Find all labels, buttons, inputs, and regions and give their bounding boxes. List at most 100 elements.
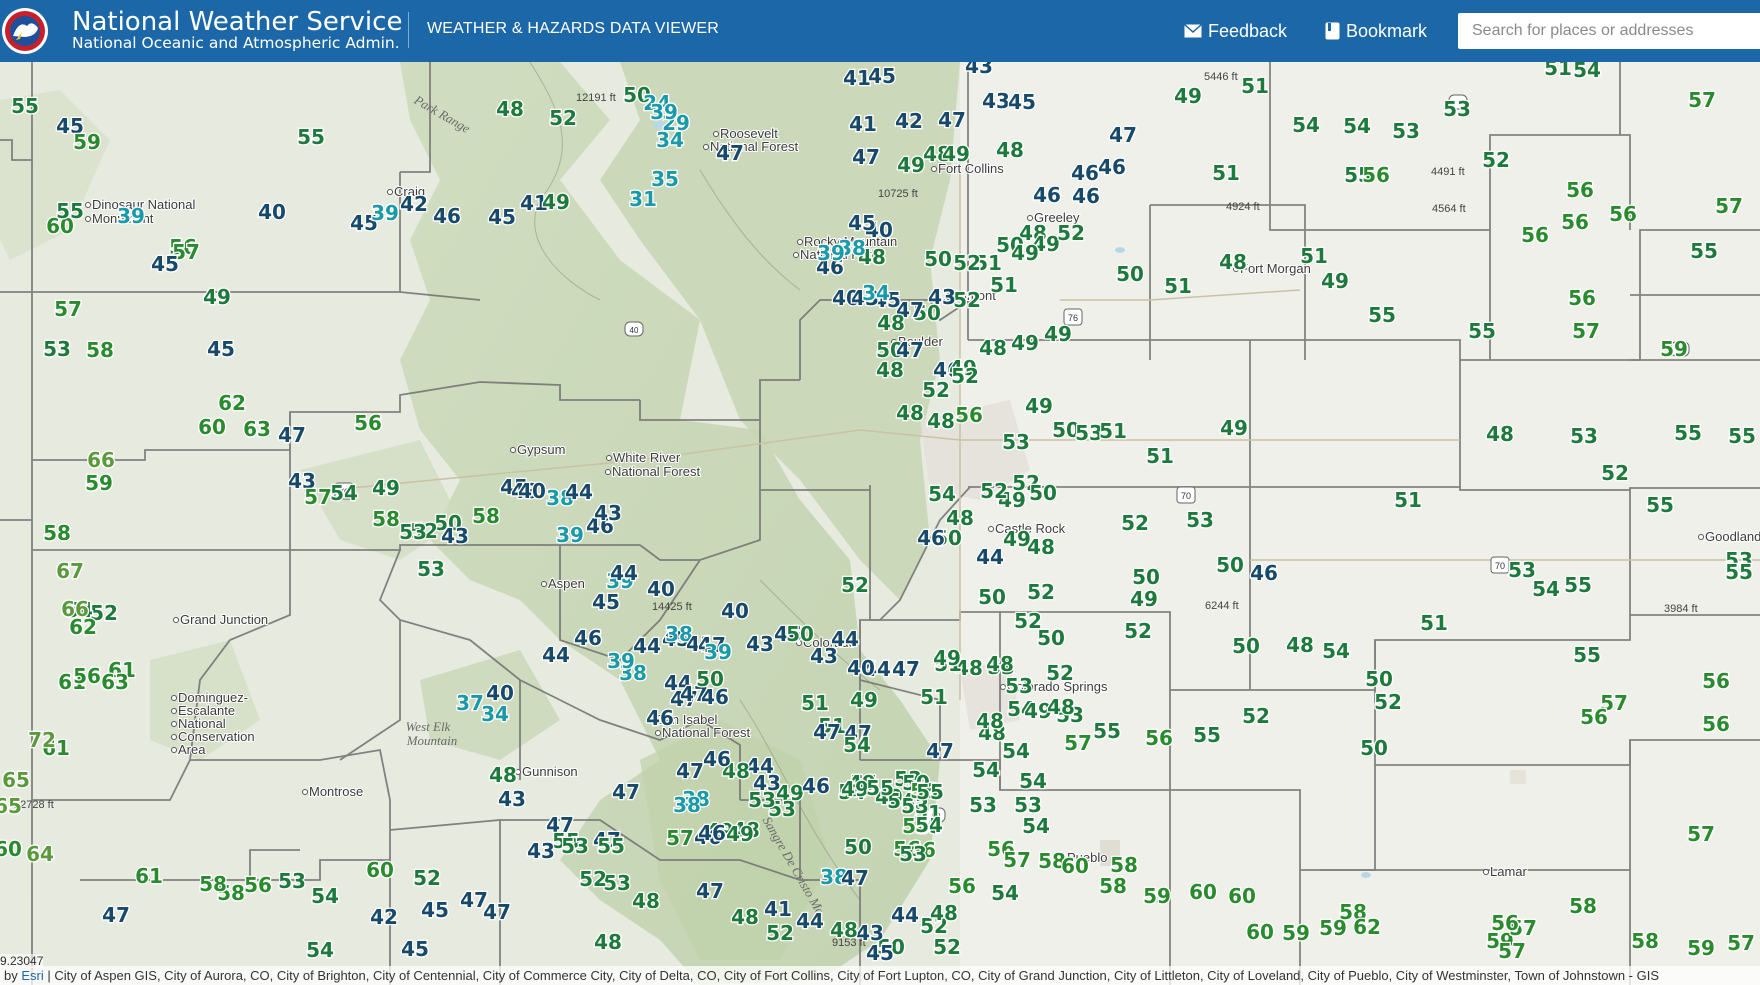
- temperature-label[interactable]: 31: [628, 186, 658, 213]
- temperature-label[interactable]: 59: [72, 129, 102, 156]
- temperature-label[interactable]: 45: [847, 210, 877, 237]
- temperature-label[interactable]: 41: [848, 111, 878, 138]
- temperature-label[interactable]: 62: [1352, 914, 1382, 941]
- temperature-label[interactable]: 55: [915, 779, 945, 806]
- temperature-label[interactable]: 48: [631, 888, 661, 915]
- temperature-label[interactable]: 58: [1568, 893, 1598, 920]
- temperature-label[interactable]: 51: [1299, 243, 1329, 270]
- temperature-label[interactable]: 45: [400, 936, 430, 963]
- temperature-label[interactable]: 46: [916, 525, 946, 552]
- temperature-label[interactable]: 56: [1361, 162, 1391, 189]
- temperature-label[interactable]: 50: [1115, 261, 1145, 288]
- temperature-label[interactable]: 49: [896, 152, 926, 179]
- temperature-label[interactable]: 37: [455, 690, 485, 717]
- temperature-label[interactable]: 52: [1123, 618, 1153, 645]
- temperature-label[interactable]: 51: [1098, 418, 1128, 445]
- temperature-label[interactable]: 43: [964, 62, 994, 79]
- temperature-label[interactable]: 43: [752, 770, 782, 797]
- temperature-label[interactable]: 49: [541, 189, 571, 216]
- temperature-label[interactable]: 57: [1687, 87, 1717, 114]
- temperature-label[interactable]: 53: [898, 841, 928, 868]
- temperature-label[interactable]: 56: [1144, 725, 1174, 752]
- temperature-label[interactable]: 58: [1098, 873, 1128, 900]
- temperature-label[interactable]: 57: [1497, 938, 1527, 965]
- temperature-label[interactable]: 49: [1002, 526, 1032, 553]
- temperature-label[interactable]: 52: [1045, 660, 1075, 687]
- temperature-label[interactable]: 47: [891, 656, 921, 683]
- temperature-label[interactable]: 50: [1036, 625, 1066, 652]
- temperature-label[interactable]: 55: [1092, 718, 1122, 745]
- temperature-label[interactable]: 45: [487, 204, 517, 231]
- temperature-label[interactable]: 48: [1046, 694, 1076, 721]
- temperature-label[interactable]: 39: [555, 522, 585, 549]
- temperature-label[interactable]: 44: [890, 902, 920, 929]
- temperature-label[interactable]: 42: [369, 904, 399, 931]
- temperature-label[interactable]: 46: [702, 746, 732, 773]
- temperature-label[interactable]: 45: [591, 589, 621, 616]
- temperature-label[interactable]: 55: [1572, 642, 1602, 669]
- temperature-label[interactable]: 48: [895, 400, 925, 427]
- temperature-label[interactable]: 61: [134, 863, 164, 890]
- temperature-label[interactable]: 54: [1291, 112, 1321, 139]
- temperature-label[interactable]: 56: [954, 402, 984, 429]
- temperature-label[interactable]: 47: [851, 144, 881, 171]
- temperature-label[interactable]: 54: [1018, 768, 1048, 795]
- temperature-label[interactable]: 51: [800, 690, 830, 717]
- temperature-label[interactable]: 59: [1281, 920, 1311, 947]
- temperature-label[interactable]: 56: [1560, 209, 1590, 236]
- temperature-label[interactable]: 39: [370, 200, 400, 227]
- temperature-label[interactable]: 47: [675, 758, 705, 785]
- temperature-label[interactable]: 59: [1659, 336, 1689, 363]
- temperature-label[interactable]: 47: [277, 422, 307, 449]
- temperature-label[interactable]: 55: [1563, 572, 1593, 599]
- temperature-label[interactable]: 53: [968, 792, 998, 819]
- temperature-label[interactable]: 49: [849, 687, 879, 714]
- temperature-label[interactable]: 64: [25, 841, 55, 868]
- temperature-label[interactable]: 45: [867, 63, 897, 90]
- temperature-label[interactable]: 48: [876, 310, 906, 337]
- temperature-label[interactable]: 59: [84, 470, 114, 497]
- temperature-label[interactable]: 50: [785, 621, 815, 648]
- temperature-label[interactable]: 66: [60, 596, 90, 623]
- temperature-label[interactable]: 53: [602, 870, 632, 897]
- temperature-label[interactable]: 63: [242, 416, 272, 443]
- temperature-label[interactable]: 60: [1227, 883, 1257, 910]
- temperature-label[interactable]: 51: [1163, 273, 1193, 300]
- temperature-label[interactable]: 54: [1572, 62, 1602, 83]
- temperature-label[interactable]: 54: [971, 757, 1001, 784]
- temperature-label[interactable]: 46: [432, 203, 462, 230]
- temperature-label[interactable]: 51: [919, 684, 949, 711]
- temperature-label[interactable]: 54: [1321, 638, 1351, 665]
- temperature-label[interactable]: 55: [296, 124, 326, 151]
- temperature-label[interactable]: 53: [1185, 507, 1215, 534]
- temperature-label[interactable]: 66: [86, 447, 116, 474]
- temperature-label[interactable]: 46: [573, 625, 603, 652]
- temperature-label[interactable]: 67: [55, 558, 85, 585]
- temperature-label[interactable]: 48: [1218, 249, 1248, 276]
- temperature-label[interactable]: 59: [1318, 915, 1348, 942]
- temperature-label[interactable]: 62: [217, 390, 247, 417]
- temperature-label[interactable]: 42: [894, 108, 924, 135]
- temperature-label[interactable]: 39: [606, 648, 636, 675]
- temperature-label[interactable]: 52: [548, 105, 578, 132]
- temperature-label[interactable]: 60: [1245, 919, 1275, 946]
- temperature-label[interactable]: 47: [937, 107, 967, 134]
- temperature-label[interactable]: 50: [843, 834, 873, 861]
- temperature-label[interactable]: 53: [416, 556, 446, 583]
- temperature-label[interactable]: 48: [593, 929, 623, 956]
- temperature-label[interactable]: 39: [116, 203, 146, 230]
- temperature-label[interactable]: 48: [978, 335, 1008, 362]
- temperature-label[interactable]: 52: [1026, 579, 1056, 606]
- temperature-label[interactable]: 55: [1192, 722, 1222, 749]
- temperature-label[interactable]: 55: [1689, 238, 1719, 265]
- temperature-label[interactable]: 52: [1120, 510, 1150, 537]
- temperature-label[interactable]: 38: [672, 792, 702, 819]
- temperature-label[interactable]: 52: [921, 377, 951, 404]
- bookmark-button[interactable]: Bookmark: [1325, 18, 1427, 44]
- temperature-label[interactable]: 47: [1108, 122, 1138, 149]
- temperature-label[interactable]: 56: [1701, 711, 1731, 738]
- temperature-label[interactable]: 56: [1608, 201, 1638, 228]
- temperature-label[interactable]: 54: [1342, 113, 1372, 140]
- temperature-label[interactable]: 49: [1024, 393, 1054, 420]
- temperature-label[interactable]: 43: [593, 500, 623, 527]
